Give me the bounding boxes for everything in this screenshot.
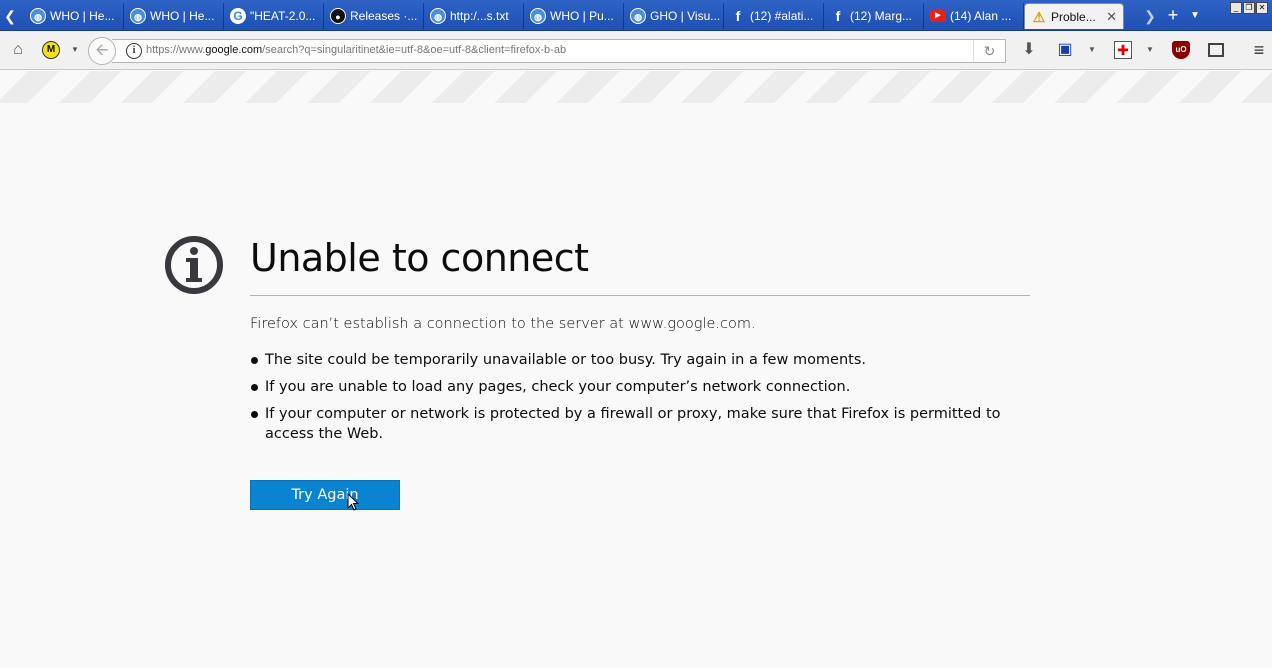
minimize-icon[interactable]: _ xyxy=(1230,2,1242,14)
url-domain: google.com xyxy=(205,44,263,56)
tab-title: (12) #alati... xyxy=(750,9,814,23)
google-icon: G xyxy=(230,8,246,24)
tab[interactable]: ▶ (14) Alan ... xyxy=(924,3,1024,29)
error-suggestions: The site could be temporarily unavailabl… xyxy=(250,350,1020,451)
close-icon[interactable]: ✕ xyxy=(1106,4,1117,29)
sidebar-icon[interactable] xyxy=(1208,43,1224,57)
github-icon: ● xyxy=(330,8,346,24)
tab[interactable]: f (12) Marg... xyxy=(824,3,924,29)
tab[interactable]: ◍ WHO | He... xyxy=(124,3,224,29)
tab-title: http:/...s.txt xyxy=(450,9,509,23)
tab-title: (12) Marg... xyxy=(850,9,913,23)
tab[interactable]: ◍ GHO | Visu... xyxy=(624,3,724,29)
tab-scroll-right-icon[interactable]: ❯ xyxy=(1140,3,1160,29)
reload-icon[interactable]: ↻ xyxy=(973,40,1005,62)
restore-icon[interactable]: ❐ xyxy=(1243,2,1255,14)
tab[interactable]: ● Releases ·... xyxy=(324,3,424,29)
mouse-cursor-icon xyxy=(347,493,359,511)
tab[interactable]: ◍ http:/...s.txt xyxy=(424,3,524,29)
tab[interactable]: ◍ WHO | Pu... xyxy=(524,3,624,29)
list-item: If you are unable to load any pages, che… xyxy=(250,377,1020,397)
tab-title: WHO | He... xyxy=(150,9,215,23)
chevron-down-icon[interactable]: ▼ xyxy=(1141,41,1159,59)
info-circle-icon xyxy=(165,236,223,294)
chevron-down-icon[interactable]: ▼ xyxy=(1083,41,1101,59)
tab-strip: ❮ ◍ WHO | He... ◍ WHO | He... G "HEAT-2.0..… xyxy=(0,0,1272,31)
download-icon[interactable]: ⬇ xyxy=(1020,41,1038,59)
tab-title: GHO | Visu... xyxy=(650,9,721,23)
info-icon[interactable]: i xyxy=(126,43,142,59)
chevron-down-icon[interactable]: ▼ xyxy=(66,41,84,59)
tab-title: Releases ·... xyxy=(350,9,418,23)
facebook-icon: f xyxy=(835,8,841,24)
facebook-icon: f xyxy=(735,8,741,24)
who-globe-icon: ◍ xyxy=(530,8,546,24)
list-item: The site could be temporarily unavailabl… xyxy=(250,350,1020,370)
tab-title: Proble... xyxy=(1051,10,1096,24)
try-again-button[interactable]: Try Again xyxy=(250,480,400,510)
url-path: /search?q=singularitinet&ie=utf-8&oe=utf… xyxy=(262,44,567,56)
window-controls: _ ❐ ✕ xyxy=(1230,2,1268,14)
who-globe-icon: ◍ xyxy=(130,8,146,24)
extension-m-icon[interactable]: M xyxy=(42,41,60,59)
who-globe-icon: ◍ xyxy=(430,8,446,24)
tab-title: "HEAT-2.0... xyxy=(250,9,316,23)
tab[interactable]: ◍ WHO | He... xyxy=(24,3,124,29)
tab[interactable]: f (12) #alati... xyxy=(724,3,824,29)
home-icon[interactable]: ⌂ xyxy=(9,41,27,59)
tab-title: WHO | Pu... xyxy=(550,9,614,23)
menu-icon[interactable]: ≡ xyxy=(1250,41,1268,59)
tab-scroll-left-icon[interactable]: ❮ xyxy=(0,3,20,29)
who-globe-icon: ◍ xyxy=(30,8,46,24)
tab-active[interactable]: ⚠ Proble... ✕ xyxy=(1024,3,1124,29)
tab[interactable]: G "HEAT-2.0... xyxy=(224,3,324,29)
back-button[interactable]: 🡨 xyxy=(88,37,116,65)
url-bar[interactable]: i https://www.google.com/search?q=singul… xyxy=(112,39,1006,63)
url-text[interactable]: https://www.google.com/search?q=singular… xyxy=(146,44,566,56)
window-close-icon[interactable]: ✕ xyxy=(1256,2,1268,14)
url-prefix: https://www. xyxy=(146,44,206,56)
striped-banner xyxy=(0,71,1272,103)
divider xyxy=(250,295,1030,296)
warning-icon: ⚠ xyxy=(1032,9,1046,25)
tab-list-chevron-down-icon[interactable]: ▼ xyxy=(1187,3,1203,29)
who-globe-icon: ◍ xyxy=(630,8,646,24)
page-title: Unable to connect xyxy=(250,236,589,280)
list-item: If your computer or network is protected… xyxy=(250,404,1020,444)
save-icon[interactable]: ▣ xyxy=(1056,41,1074,59)
nav-bar: ⌂ M ▼ i https://www.google.com/search?q=… xyxy=(0,31,1272,70)
tab-title: WHO | He... xyxy=(50,9,115,23)
ublock-icon[interactable]: uO xyxy=(1172,41,1190,59)
youtube-icon: ▶ xyxy=(930,10,946,22)
first-aid-icon[interactable]: ✚ xyxy=(1114,41,1132,59)
new-tab-icon[interactable]: + xyxy=(1163,3,1183,27)
error-description: Firefox can’t establish a connection to … xyxy=(250,316,756,332)
tab-title: (14) Alan ... xyxy=(950,9,1012,23)
